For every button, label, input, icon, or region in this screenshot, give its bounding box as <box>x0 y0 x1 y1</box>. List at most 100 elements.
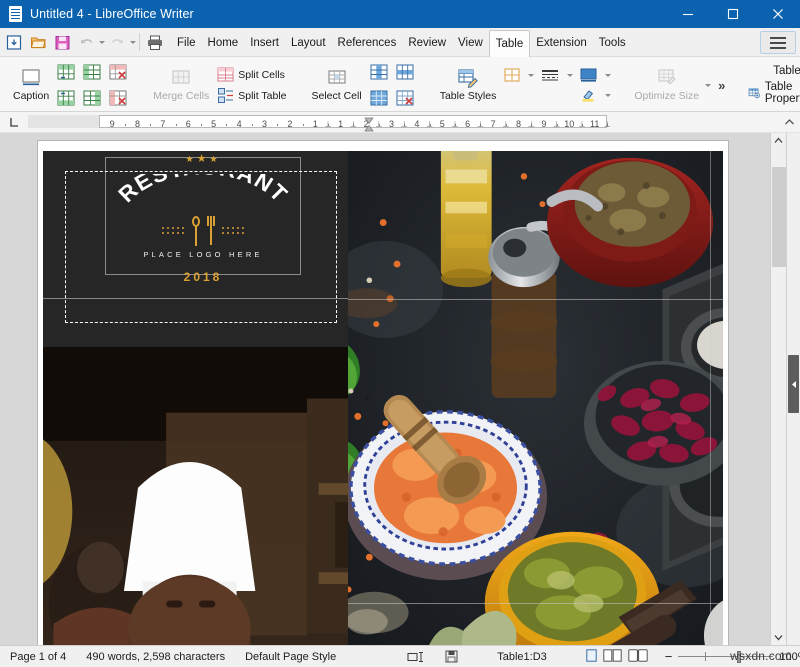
scrollbar-thumb[interactable] <box>772 167 786 267</box>
document-canvas[interactable]: ★★★ RESTAURANT <box>0 133 770 645</box>
page-indicator[interactable]: Page 1 of 4 <box>0 651 76 663</box>
logo-stars: ★★★ <box>185 152 220 165</box>
tab-layout[interactable]: Layout <box>285 30 332 57</box>
ruler-indent-tick: ⊥ <box>426 120 433 129</box>
optimize-size-button[interactable]: Optimize Size <box>629 59 704 111</box>
tab-file[interactable]: File <box>171 30 202 57</box>
split-cells-icon <box>216 66 235 83</box>
horizontal-ruler-bar: 9876543211234567891011⊥⊥⊥⊥⊥⊥⊥⊥⊥⊥⊥⊥ <box>0 112 800 133</box>
ruler-number: 3 <box>389 119 394 129</box>
page-1[interactable]: ★★★ RESTAURANT <box>38 141 728 645</box>
table-cell-indicator[interactable]: Table1:D3 <box>467 651 577 663</box>
tab-view[interactable]: View <box>452 30 489 57</box>
horizontal-ruler[interactable]: 9876543211234567891011⊥⊥⊥⊥⊥⊥⊥⊥⊥⊥⊥⊥ <box>28 112 778 132</box>
tab-home[interactable]: Home <box>202 30 245 57</box>
tab-stop-icon[interactable] <box>0 112 28 132</box>
save-document-icon[interactable] <box>50 30 74 54</box>
ingredients-photo[interactable] <box>348 151 723 645</box>
delete-column-button[interactable] <box>106 88 130 108</box>
sidebar-tab-strip[interactable] <box>786 133 800 645</box>
tab-table[interactable]: Table <box>489 30 531 58</box>
select-cell-button[interactable]: Select Cell <box>307 59 367 111</box>
borders-dropdown-caret[interactable] <box>528 74 534 77</box>
open-document-icon[interactable] <box>26 30 50 54</box>
tab-references[interactable]: References <box>332 30 403 57</box>
close-button[interactable] <box>755 0 800 28</box>
insert-column-before-button[interactable] <box>80 62 104 82</box>
tab-review[interactable]: Review <box>402 30 452 57</box>
border-style-button[interactable] <box>538 66 562 84</box>
single-page-view-button[interactable] <box>586 649 597 665</box>
indent-marker[interactable] <box>364 117 373 132</box>
ribbon-group-merge-split: Merge Cells Split Cells <box>144 59 292 111</box>
select-cell-label: Select Cell <box>312 90 362 102</box>
select-cell-icon <box>326 68 348 88</box>
hamburger-menu-button[interactable] <box>760 31 796 54</box>
ribbon-group-styles: Table Styles <box>431 59 616 111</box>
ruler-indent-tick: ⊥ <box>553 120 560 129</box>
optimize-size-dropdown-caret[interactable] <box>705 84 711 87</box>
print-icon[interactable] <box>143 30 167 54</box>
table-properties-button[interactable]: Table Properties <box>748 81 800 105</box>
ruler-number: 1 <box>313 119 318 129</box>
highlighting-button[interactable] <box>577 86 600 104</box>
ribbon-overflow-button[interactable]: » <box>715 78 728 93</box>
chef-photo[interactable] <box>43 347 348 645</box>
cutlery-icons <box>106 214 300 248</box>
document-area: ★★★ RESTAURANT <box>0 133 800 645</box>
highlighting-dropdown-caret[interactable] <box>605 94 611 97</box>
select-row-button[interactable] <box>393 62 417 82</box>
borders-button[interactable] <box>501 66 523 84</box>
ruler-number: 7 <box>160 119 165 129</box>
ruler-tick <box>125 124 126 126</box>
fork-icon <box>207 216 215 246</box>
tab-extension[interactable]: Extension <box>530 30 593 57</box>
vertical-scrollbar[interactable] <box>770 133 786 645</box>
caption-button[interactable]: Caption <box>8 59 54 111</box>
menu-tab-bar: File Home Insert Layout References Revie… <box>0 28 800 57</box>
delete-table-button[interactable] <box>393 88 417 108</box>
sidebar-expand-handle[interactable] <box>788 355 799 413</box>
word-count[interactable]: 490 words, 2,598 characters <box>76 651 235 663</box>
table-styles-button[interactable]: Table Styles <box>435 59 502 111</box>
insert-row-below-button[interactable] <box>54 88 78 108</box>
delete-row-button[interactable] <box>106 62 130 82</box>
split-cells-button[interactable]: Split Cells <box>214 65 288 84</box>
table-dropdown-button[interactable]: Table <box>773 65 800 77</box>
ruler-number: 4 <box>414 119 419 129</box>
background-button[interactable] <box>577 66 600 84</box>
scroll-down-button[interactable] <box>771 630 787 645</box>
redo-dropdown-caret[interactable] <box>130 41 136 44</box>
select-table-button[interactable] <box>367 88 391 108</box>
selection-mode-icon[interactable] <box>398 651 436 663</box>
status-bar: Page 1 of 4 490 words, 2,598 characters … <box>0 645 800 667</box>
caption-icon <box>20 68 42 88</box>
merge-cells-button[interactable]: Merge Cells <box>148 59 214 111</box>
scroll-up-button[interactable] <box>771 133 787 148</box>
zoom-out-button[interactable]: − <box>665 649 673 664</box>
book-view-button[interactable] <box>628 649 648 665</box>
unsaved-changes-icon[interactable] <box>436 650 467 663</box>
new-document-icon[interactable] <box>2 30 26 54</box>
maximize-button[interactable] <box>710 0 755 28</box>
insert-column-after-button[interactable] <box>80 88 104 108</box>
select-column-button[interactable] <box>367 62 391 82</box>
restaurant-logo-block[interactable]: ★★★ RESTAURANT <box>43 151 348 347</box>
redo-icon[interactable] <box>105 30 129 54</box>
page-style[interactable]: Default Page Style <box>235 651 346 663</box>
split-table-button[interactable]: Split Table <box>214 86 288 105</box>
table-cell-left[interactable]: ★★★ RESTAURANT <box>43 151 348 645</box>
ruler-indent-tick: ⊥ <box>325 120 332 129</box>
tab-tools[interactable]: Tools <box>593 30 632 57</box>
ribbon-group-optimize: Optimize Size » <box>625 59 732 111</box>
background-dropdown-caret[interactable] <box>605 74 611 77</box>
border-style-dropdown-caret[interactable] <box>567 74 573 77</box>
insert-column-before-icon <box>82 63 102 81</box>
insert-row-above-button[interactable] <box>54 62 78 82</box>
tab-insert[interactable]: Insert <box>244 30 285 57</box>
table-cell-right[interactable] <box>348 151 723 645</box>
multi-page-view-button[interactable] <box>603 649 622 665</box>
undo-icon[interactable] <box>74 30 98 54</box>
ruler-number: 4 <box>237 119 242 129</box>
minimize-button[interactable] <box>665 0 710 28</box>
